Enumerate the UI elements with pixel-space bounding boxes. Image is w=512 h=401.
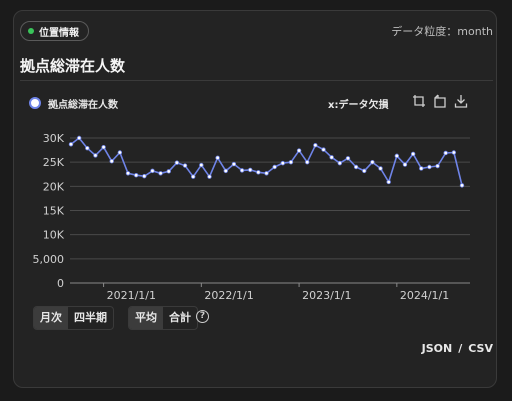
data-point: [85, 145, 90, 151]
data-point: [313, 143, 318, 148]
y-tick-label: 5,000: [33, 253, 65, 266]
data-point: [125, 171, 131, 176]
data-point: [451, 150, 457, 155]
data-point: [190, 174, 196, 179]
agg-average-option[interactable]: 平均: [129, 307, 163, 329]
data-point: [345, 156, 351, 161]
export-links: JSON / CSV: [422, 342, 493, 355]
period-monthly-option[interactable]: 月次: [34, 307, 68, 329]
help-icon[interactable]: ?: [196, 310, 209, 323]
y-tick-label: 25K: [43, 156, 65, 169]
data-point: [427, 164, 432, 170]
y-tick-label: 20K: [43, 180, 65, 193]
data-point: [410, 151, 416, 157]
data-point: [76, 135, 82, 141]
data-point: [182, 163, 188, 168]
x-tick-label: 2021/1/1: [107, 289, 156, 302]
period-quarterly-option[interactable]: 四半期: [68, 307, 113, 329]
data-point: [296, 148, 302, 153]
agg-total-option[interactable]: 合計: [163, 307, 197, 329]
period-toggle: 月次 四半期: [33, 306, 114, 330]
export-separator: /: [458, 342, 463, 355]
data-point: [117, 150, 123, 155]
data-point: [272, 164, 277, 170]
data-point: [435, 163, 440, 169]
data-point: [402, 162, 408, 167]
data-point: [207, 174, 212, 179]
y-tick-label: 10K: [43, 229, 65, 242]
data-point: [386, 179, 391, 185]
data-point: [394, 153, 400, 159]
data-point: [68, 142, 74, 147]
data-point: [288, 159, 294, 165]
data-point: [329, 155, 334, 160]
data-point: [239, 168, 245, 173]
data-point: [337, 160, 343, 166]
data-point: [199, 162, 204, 168]
data-point: [93, 153, 98, 158]
data-point: [378, 166, 383, 171]
y-tick-label: 0: [57, 277, 64, 290]
data-point: [174, 160, 180, 165]
data-point: [459, 183, 465, 188]
data-point: [419, 166, 424, 171]
data-point: [101, 144, 106, 150]
aggregation-toggle: 平均 合計: [128, 306, 198, 330]
data-point: [248, 167, 253, 173]
x-tick-label: 2023/1/1: [302, 289, 351, 302]
x-tick-label: 2022/1/1: [204, 289, 253, 302]
data-point: [158, 171, 163, 176]
data-point: [133, 173, 139, 178]
data-point: [353, 164, 359, 170]
data-point: [280, 160, 285, 166]
y-tick-label: 30K: [43, 132, 65, 145]
data-point: [142, 173, 147, 179]
export-csv-link[interactable]: CSV: [468, 342, 493, 355]
y-tick-label: 15K: [43, 205, 65, 218]
export-json-link[interactable]: JSON: [422, 342, 453, 355]
data-point: [231, 161, 237, 167]
x-tick-label: 2024/1/1: [400, 289, 449, 302]
data-point: [256, 170, 261, 175]
data-point: [150, 168, 155, 174]
data-point: [215, 155, 220, 161]
data-point: [223, 168, 228, 174]
data-point: [305, 159, 310, 165]
data-point: [109, 158, 114, 164]
data-point: [264, 171, 269, 176]
data-point: [321, 147, 326, 152]
data-point: [166, 169, 171, 174]
data-point: [443, 150, 448, 156]
line-chart: 0 5,000 10K 15K 20K 25K 30K 2021/1/1 2022/1/1 202…: [33, 132, 470, 302]
data-point: [370, 159, 375, 165]
data-point: [362, 168, 367, 174]
